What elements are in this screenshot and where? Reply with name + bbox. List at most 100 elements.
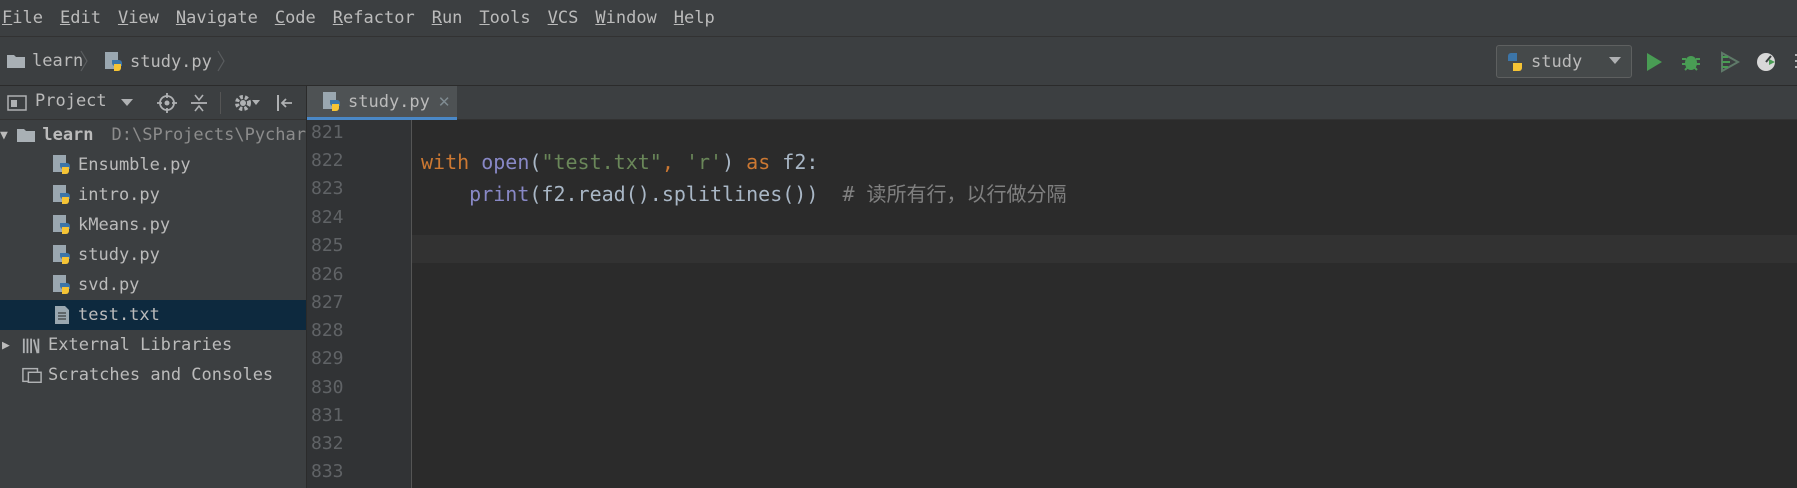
folder-icon <box>6 53 26 69</box>
menu-code[interactable]: Code <box>275 8 316 28</box>
chevron-down-icon[interactable] <box>116 92 138 114</box>
code-line-823: print(f2.read().splitlines()) # 读所有行，以行做… <box>421 178 1067 207</box>
python-icon <box>1505 52 1525 72</box>
line-number: 830 <box>311 377 344 398</box>
collapsed-arrow-icon[interactable]: ▶ <box>2 338 10 353</box>
line-number: 822 <box>311 150 344 171</box>
debug-icon[interactable] <box>1679 50 1703 74</box>
line-number: 831 <box>311 405 344 426</box>
line-number: 821 <box>311 122 344 143</box>
tree-item-label: test.txt <box>78 305 160 325</box>
python-file-icon <box>52 214 72 236</box>
breadcrumb-project-label: learn <box>32 51 84 71</box>
tree-item-label: svd.py <box>78 275 140 295</box>
menu-view[interactable]: View <box>118 8 159 28</box>
more-actions-icon[interactable] <box>1786 50 1797 74</box>
tree-item-label: External Libraries <box>48 335 233 355</box>
menu-run[interactable]: Run <box>432 8 463 28</box>
menu-file[interactable]: File <box>2 8 43 28</box>
keyword-with: with <box>421 150 470 174</box>
tree-item-external-libraries[interactable]: ▶ External Libraries <box>0 330 306 360</box>
tree-item-svd[interactable]: svd.py <box>0 270 306 300</box>
editor-tab-bar: study.py ✕ <box>307 86 1797 120</box>
project-tree: ▼ learn D:\SProjects\Pychar Ensumble.py … <box>0 120 306 488</box>
line-number: 832 <box>311 433 344 454</box>
navigation-bar: learn study.py study <box>0 36 1797 86</box>
breadcrumb-file[interactable]: study.py <box>104 51 212 73</box>
folder-icon <box>16 124 36 146</box>
tree-item-intro[interactable]: intro.py <box>0 180 306 210</box>
tree-item-scratches[interactable]: Scratches and Consoles <box>0 360 306 390</box>
menu-vcs[interactable]: VCS <box>548 8 579 28</box>
tree-item-kmeans[interactable]: kMeans.py <box>0 210 306 240</box>
tree-item-test-txt[interactable]: test.txt <box>0 300 306 330</box>
code-text: (f2.read().splitlines()) <box>529 182 819 206</box>
library-icon <box>22 334 42 356</box>
tree-item-study[interactable]: study.py <box>0 240 306 270</box>
code-comma: , <box>661 150 686 174</box>
tree-root-learn[interactable]: ▼ learn D:\SProjects\Pychar <box>0 120 306 150</box>
line-number: 825 <box>311 235 344 256</box>
scratches-icon <box>22 364 42 386</box>
line-number: 824 <box>311 207 344 228</box>
run-with-coverage-icon[interactable] <box>1718 50 1742 74</box>
code-line-822: with open("test.txt", 'r') as f2: <box>421 150 818 174</box>
code-text: ( <box>529 150 542 174</box>
tree-item-label: Ensumble.py <box>78 155 191 175</box>
builtin-print: print <box>469 182 530 206</box>
line-number: 829 <box>311 348 344 369</box>
text-file-icon <box>52 304 72 326</box>
project-panel-header: Project <box>0 86 306 120</box>
menu-help[interactable]: Help <box>674 8 715 28</box>
run-configuration-label: study <box>1531 51 1583 72</box>
string-literal: "test.txt" <box>541 150 662 174</box>
breadcrumb-file-label: study.py <box>130 52 212 72</box>
chevron-down-icon[interactable] <box>250 92 262 114</box>
tab-study-py[interactable]: study.py ✕ <box>307 86 457 120</box>
menu-tools[interactable]: Tools <box>479 8 530 28</box>
code-text: f2: <box>770 150 819 174</box>
python-file-icon <box>322 91 342 113</box>
profile-icon[interactable] <box>1754 50 1778 74</box>
line-number: 833 <box>311 461 344 482</box>
caret-line-highlight <box>412 235 1797 263</box>
breadcrumb-separator-icon <box>217 50 225 72</box>
run-icon[interactable] <box>1642 50 1666 74</box>
code-editor[interactable]: with open("test.txt", 'r') as f2: print(… <box>412 120 1797 488</box>
locate-icon[interactable] <box>156 92 178 114</box>
expanded-arrow-icon[interactable]: ▼ <box>0 128 8 143</box>
breadcrumb-project[interactable]: learn <box>6 51 83 71</box>
python-file-icon <box>52 274 72 296</box>
menu-window[interactable]: Window <box>595 8 656 28</box>
project-panel-title[interactable]: Project <box>35 91 107 111</box>
header-divider <box>220 92 221 114</box>
tree-item-ensumble[interactable]: Ensumble.py <box>0 150 306 180</box>
line-number-gutter: 821 822 823 824 825 826 827 828 829 830 … <box>307 120 412 488</box>
code-comment: # 读所有行，以行做分隔 <box>818 182 1067 206</box>
line-number: 826 <box>311 264 344 285</box>
chevron-down-icon <box>1609 57 1621 65</box>
menu-navigate[interactable]: Navigate <box>176 8 258 28</box>
run-configuration-select[interactable]: study <box>1496 45 1632 78</box>
python-file-icon <box>52 244 72 266</box>
python-file-icon <box>104 51 124 73</box>
keyword-as: as <box>746 150 771 174</box>
tree-root-label: learn <box>42 125 94 145</box>
collapse-all-icon[interactable] <box>188 92 210 114</box>
close-icon[interactable]: ✕ <box>438 93 451 111</box>
breadcrumb-separator-icon <box>80 50 88 72</box>
menu-edit[interactable]: Edit <box>60 8 101 28</box>
string-literal: 'r' <box>685 150 723 174</box>
tree-root-path: D:\SProjects\Pychar <box>111 125 306 145</box>
line-number: 828 <box>311 320 344 341</box>
tree-item-label: study.py <box>78 245 160 265</box>
builtin-open: open <box>481 150 530 174</box>
python-file-icon <box>52 154 72 176</box>
tree-item-label: Scratches and Consoles <box>48 365 274 385</box>
tree-item-label: intro.py <box>78 185 160 205</box>
project-view-icon <box>6 92 28 114</box>
tree-item-label: kMeans.py <box>78 215 171 235</box>
hide-panel-icon[interactable] <box>274 92 296 114</box>
tab-label: study.py <box>348 91 430 112</box>
menu-refactor[interactable]: Refactor <box>333 8 415 28</box>
